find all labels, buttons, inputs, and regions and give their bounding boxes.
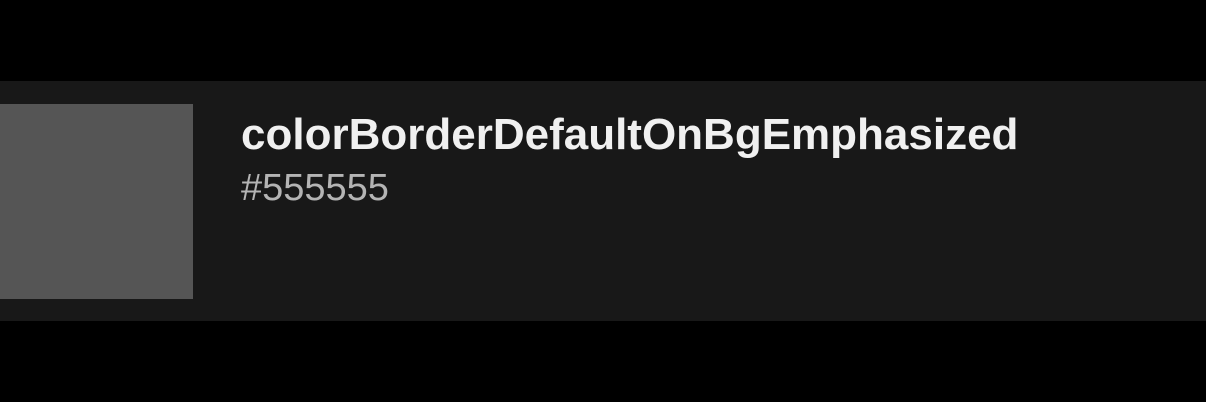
- token-name: colorBorderDefaultOnBgEmphasized: [241, 110, 1019, 159]
- page: colorBorderDefaultOnBgEmphasized #555555: [0, 0, 1206, 402]
- color-token-row: colorBorderDefaultOnBgEmphasized #555555: [0, 81, 1206, 321]
- color-swatch: [0, 104, 193, 299]
- token-value: #555555: [241, 167, 389, 209]
